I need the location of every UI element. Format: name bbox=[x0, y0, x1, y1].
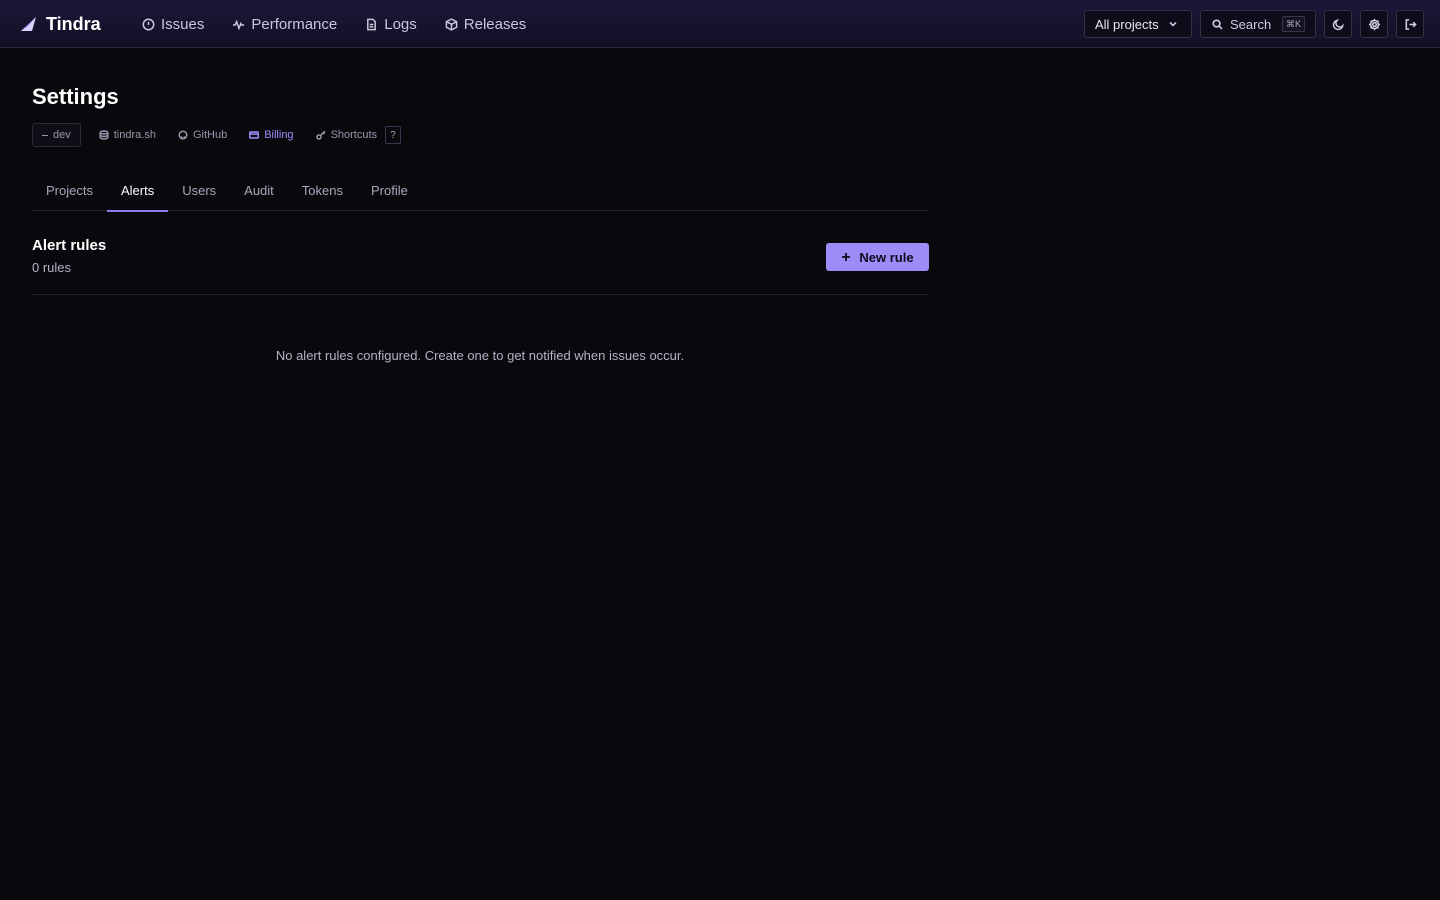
nav-label: Performance bbox=[251, 15, 338, 33]
tab-profile[interactable]: Profile bbox=[357, 170, 422, 211]
tab-projects[interactable]: Projects bbox=[32, 170, 107, 211]
nav-label: Logs bbox=[384, 15, 417, 33]
activity-icon bbox=[233, 19, 245, 30]
settings-tabs: Projects Alerts Users Audit Tokens Profi… bbox=[32, 170, 928, 212]
search-icon bbox=[1212, 18, 1223, 29]
search-button[interactable]: Search ⌘K bbox=[1200, 10, 1316, 38]
theme-toggle-button[interactable] bbox=[1324, 10, 1352, 38]
new-rule-label: New rule bbox=[859, 249, 914, 265]
meta-link-domain[interactable]: tindra.sh bbox=[99, 129, 156, 141]
settings-button[interactable] bbox=[1360, 10, 1388, 38]
package-icon bbox=[445, 17, 458, 31]
logout-button[interactable] bbox=[1396, 10, 1424, 38]
environment-badge[interactable]: dev bbox=[32, 123, 81, 147]
settings-meta-row: dev tindra.sh GitHub Billing Shortcuts ? bbox=[32, 123, 402, 147]
section-divider bbox=[32, 294, 928, 295]
tab-users[interactable]: Users bbox=[168, 170, 230, 211]
nav-label: Releases bbox=[463, 15, 527, 33]
new-rule-button[interactable]: New rule bbox=[826, 243, 929, 271]
logout-icon bbox=[1405, 18, 1417, 30]
alert-circle-icon bbox=[142, 18, 155, 30]
brand[interactable]: Tindra bbox=[20, 12, 101, 36]
page-title: Settings bbox=[32, 84, 119, 109]
tab-tokens[interactable]: Tokens bbox=[288, 170, 357, 211]
plus-icon bbox=[842, 253, 851, 261]
gear-icon bbox=[1368, 18, 1380, 30]
meta-link-label: tindra.sh bbox=[113, 129, 156, 141]
minus-icon bbox=[42, 134, 48, 136]
project-selector[interactable]: All projects bbox=[1084, 10, 1192, 38]
chevron-down-icon bbox=[1169, 21, 1177, 27]
tab-alerts[interactable]: Alerts bbox=[106, 170, 169, 212]
search-label: Search bbox=[1230, 16, 1272, 32]
tindra-logo-icon bbox=[21, 17, 36, 31]
environment-label: dev bbox=[53, 129, 71, 141]
section-title: Alert rules bbox=[32, 237, 107, 254]
meta-link-label: GitHub bbox=[192, 129, 228, 141]
nav-item-logs[interactable]: Logs bbox=[365, 16, 417, 33]
meta-link-label: Billing bbox=[264, 129, 294, 141]
search-shortcut-kbd: ⌘K bbox=[1281, 16, 1305, 32]
nav-item-releases[interactable]: Releases bbox=[445, 15, 527, 33]
key-icon bbox=[315, 130, 325, 140]
meta-link-billing[interactable]: Billing bbox=[249, 129, 294, 141]
project-selector-value: All projects bbox=[1095, 16, 1159, 32]
moon-icon bbox=[1332, 18, 1344, 30]
empty-state-message: No alert rules configured. Create one to… bbox=[275, 348, 685, 363]
rules-count: 0 rules bbox=[32, 260, 72, 275]
database-icon bbox=[99, 130, 109, 140]
nav-label: Issues bbox=[161, 15, 205, 33]
file-text-icon bbox=[367, 18, 377, 30]
tab-audit[interactable]: Audit bbox=[230, 170, 288, 211]
app-name: Tindra bbox=[46, 13, 101, 34]
meta-link-shortcuts[interactable]: Shortcuts bbox=[315, 129, 378, 141]
credit-card-icon bbox=[249, 131, 260, 139]
meta-link-github[interactable]: GitHub bbox=[178, 129, 227, 141]
nav-item-performance[interactable]: Performance bbox=[232, 16, 337, 33]
main-nav: Issues Performance Logs Releases bbox=[142, 0, 554, 48]
alert-rules-header: Alert rules 0 rules bbox=[32, 237, 106, 275]
top-navigation-bar: Tindra Issues Performance Logs Releases … bbox=[0, 0, 1440, 48]
shortcuts-kbd: ? bbox=[385, 126, 402, 144]
github-icon bbox=[178, 130, 188, 140]
meta-link-label: Shortcuts bbox=[330, 129, 378, 141]
nav-item-issues[interactable]: Issues bbox=[142, 16, 204, 33]
